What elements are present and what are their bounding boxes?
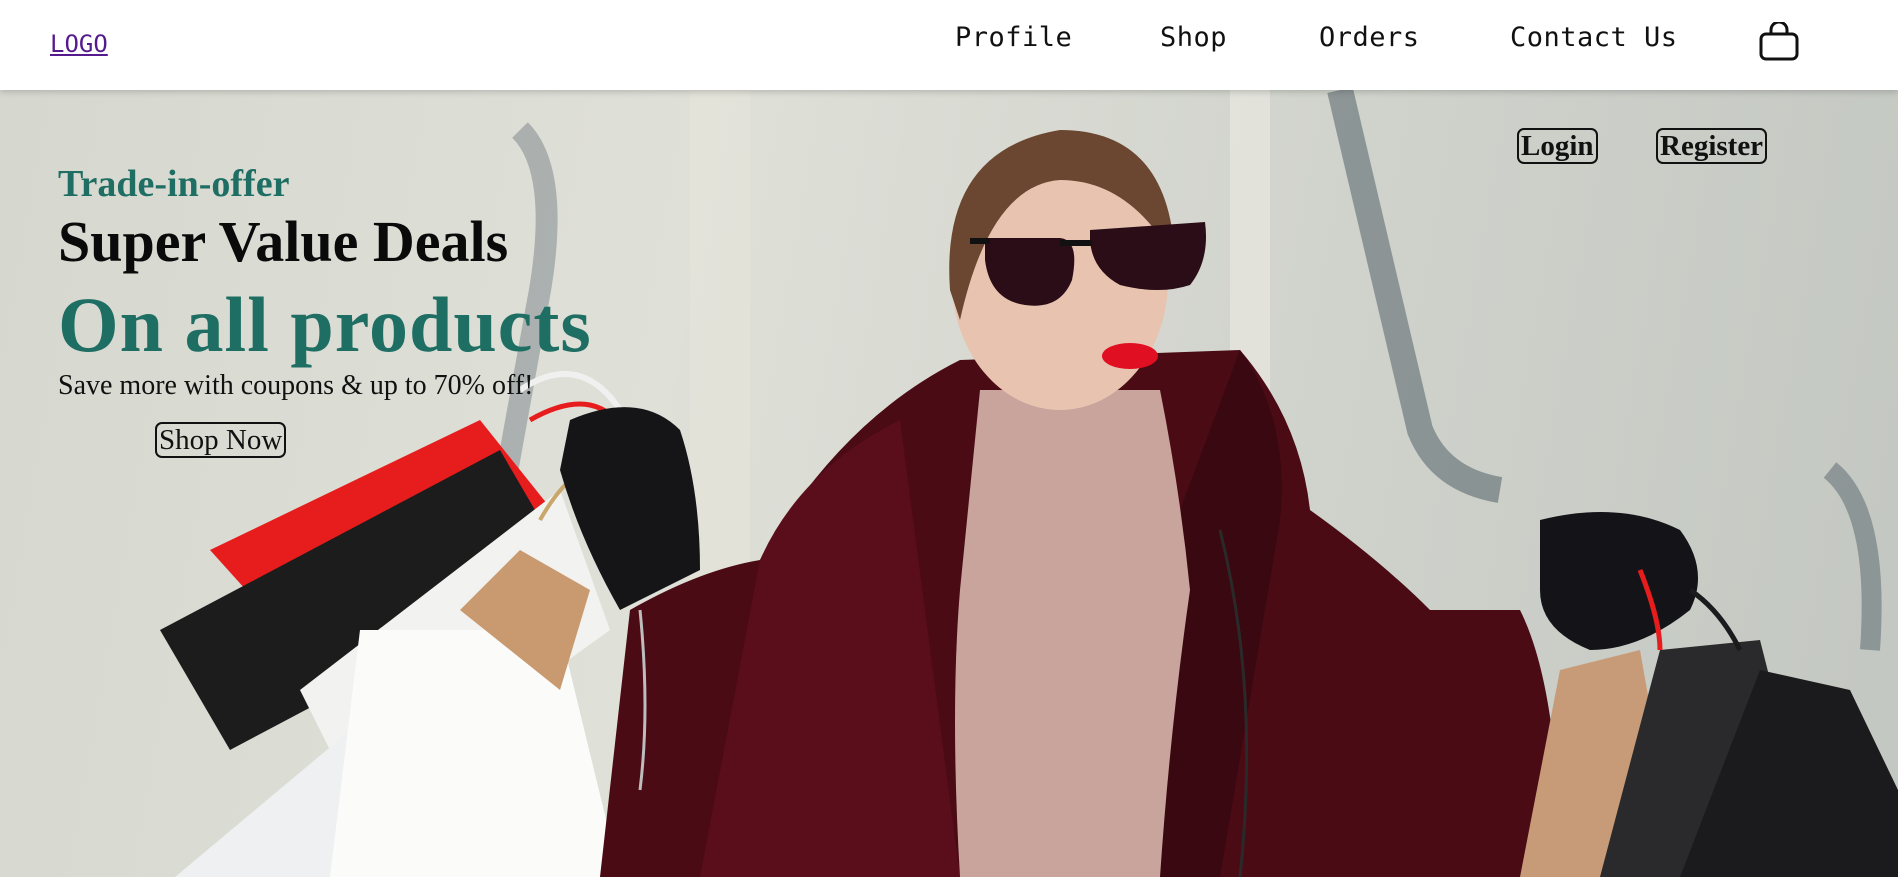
hero-subheadline: On all products: [58, 281, 592, 368]
hero-tagline: Save more with coupons & up to 70% off!: [58, 370, 534, 401]
nav-link-orders[interactable]: Orders: [1319, 22, 1420, 53]
register-button[interactable]: Register: [1656, 128, 1768, 164]
nav-link-shop[interactable]: Shop: [1160, 22, 1227, 53]
shop-now-button[interactable]: Shop Now: [155, 422, 287, 458]
shopping-bag-icon[interactable]: [1758, 22, 1800, 62]
nav-link-contact[interactable]: Contact Us: [1510, 22, 1678, 53]
login-button[interactable]: Login: [1517, 128, 1598, 164]
navbar: LOGO Profile Shop Orders Contact Us: [0, 0, 1898, 90]
nav-link-profile[interactable]: Profile: [955, 22, 1072, 53]
logo-link[interactable]: LOGO: [50, 30, 108, 58]
hero-headline: Super Value Deals: [58, 209, 509, 274]
offer-eyebrow: Trade-in-offer: [58, 163, 290, 205]
hero-banner: Trade-in-offer Super Value Deals On all …: [0, 90, 1898, 877]
